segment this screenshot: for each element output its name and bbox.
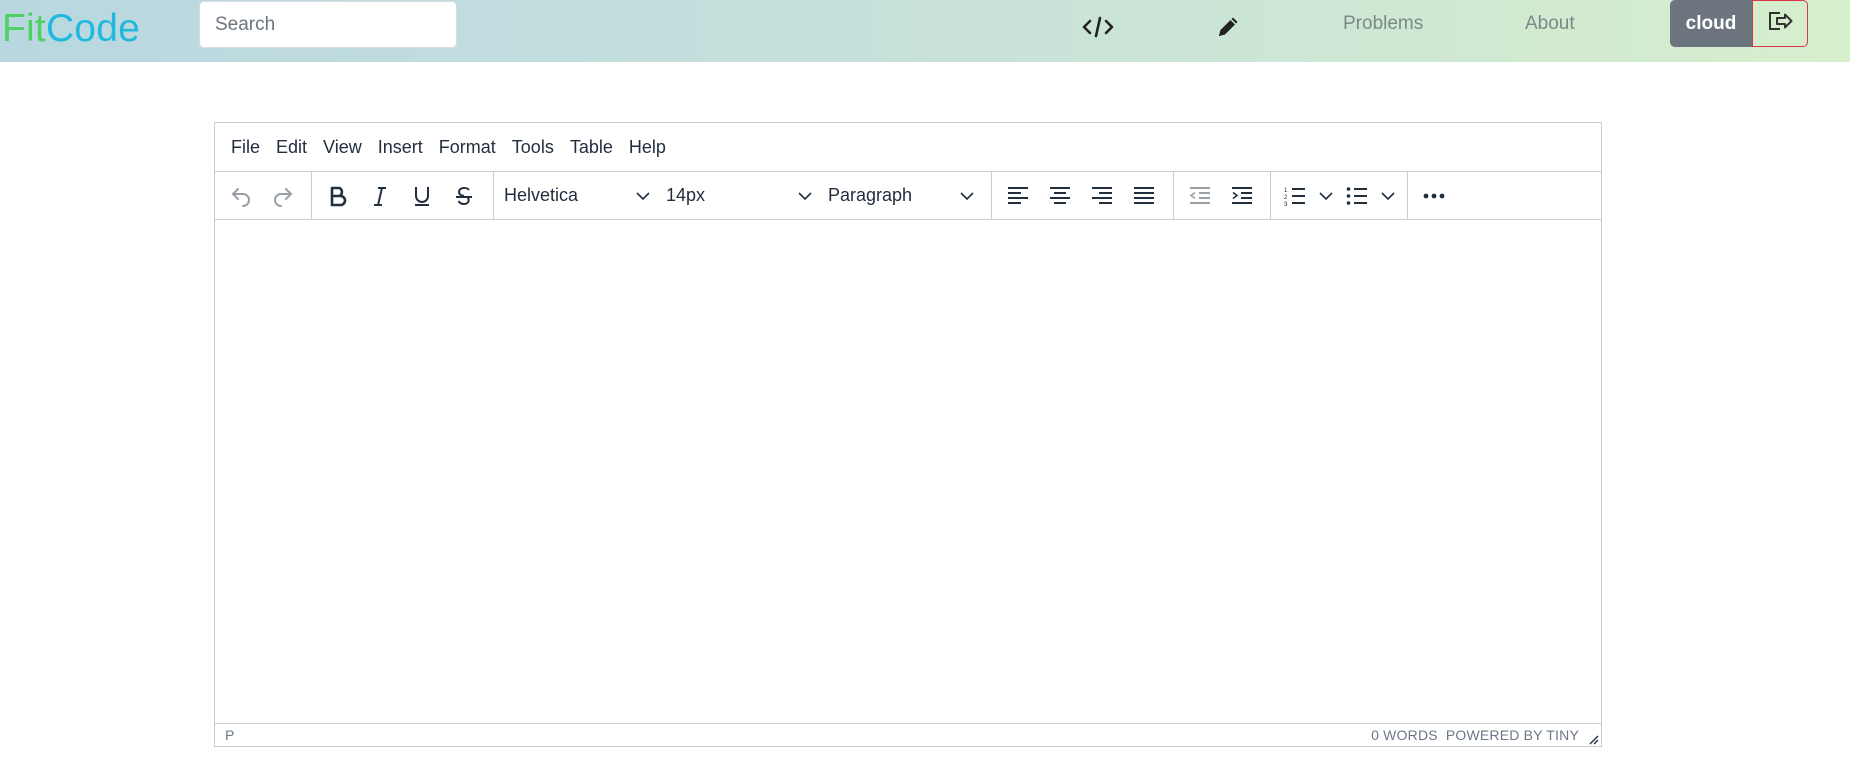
pencil-icon[interactable]	[1210, 10, 1246, 44]
editor-toolbar: Helvetica 14px Paragraph 1 2 3	[215, 172, 1601, 220]
block-format-select[interactable]: Paragraph	[818, 177, 980, 215]
brand-fit: Fit	[2, 7, 46, 50]
alignment-group	[992, 172, 1174, 219]
logout-button[interactable]	[1752, 0, 1808, 47]
rich-text-editor: File Edit View Insert Format Tools Table…	[214, 122, 1602, 747]
more-icon	[1423, 193, 1445, 198]
more-group	[1408, 172, 1460, 219]
bullet-list-main[interactable]	[1338, 177, 1376, 215]
align-right-button[interactable]	[1081, 177, 1123, 215]
font-size-value: 14px	[666, 185, 706, 205]
align-left-button[interactable]	[997, 177, 1039, 215]
numbered-list-main[interactable]: 123	[1276, 177, 1314, 215]
strikethrough-icon	[456, 186, 472, 205]
undo-button[interactable]	[220, 177, 262, 215]
numbered-list-icon: 123	[1284, 187, 1305, 208]
element-path[interactable]: P	[225, 727, 234, 743]
outdent-icon	[1189, 186, 1210, 204]
menu-insert[interactable]: Insert	[370, 137, 431, 158]
menu-view[interactable]: View	[315, 137, 370, 158]
underline-button[interactable]	[401, 177, 443, 215]
numbered-list-dropdown[interactable]	[1314, 177, 1338, 215]
strikethrough-button[interactable]	[443, 177, 485, 215]
underline-icon	[415, 186, 429, 206]
nav-about-link[interactable]: About	[1525, 13, 1575, 35]
outdent-button[interactable]	[1179, 177, 1221, 215]
align-justify-icon	[1134, 186, 1154, 204]
indent-group	[1174, 172, 1271, 219]
logout-icon	[1766, 9, 1794, 38]
svg-text:3: 3	[1284, 202, 1288, 208]
powered-by-link[interactable]: POWERED BY TINY	[1446, 727, 1579, 743]
top-navbar: FitCode Problems About cloud	[0, 0, 1850, 62]
indent-button[interactable]	[1221, 177, 1263, 215]
user-button[interactable]: cloud	[1670, 0, 1752, 47]
editor-statusbar: P 0 WORDS POWERED BY TINY	[215, 723, 1601, 746]
undo-icon	[232, 187, 250, 207]
menu-edit[interactable]: Edit	[268, 137, 315, 158]
selects-group: Helvetica 14px Paragraph	[494, 172, 992, 219]
word-count[interactable]: 0 WORDS	[1371, 727, 1438, 743]
redo-button[interactable]	[262, 177, 304, 215]
block-format-value: Paragraph	[828, 185, 913, 205]
align-justify-button[interactable]	[1123, 177, 1165, 215]
formatting-group	[312, 172, 494, 219]
align-center-icon	[1050, 186, 1070, 204]
brand-code: Code	[45, 7, 140, 50]
editor-content-area[interactable]	[215, 220, 1601, 724]
more-button[interactable]	[1413, 177, 1455, 215]
font-family-select[interactable]: Helvetica	[494, 177, 656, 215]
align-right-icon	[1092, 186, 1112, 204]
history-group	[215, 172, 312, 219]
italic-button[interactable]	[359, 177, 401, 215]
search-input[interactable]	[199, 1, 457, 48]
svg-text:1: 1	[1284, 188, 1288, 194]
font-family-value: Helvetica	[504, 185, 579, 205]
lists-group: 123	[1271, 172, 1408, 219]
menu-file[interactable]: File	[223, 137, 268, 158]
menu-table[interactable]: Table	[562, 137, 621, 158]
numbered-list-button[interactable]: 123	[1276, 177, 1338, 215]
chevron-down-icon	[960, 191, 974, 200]
bold-button[interactable]	[317, 177, 359, 215]
nav-problems-link[interactable]: Problems	[1343, 13, 1423, 35]
editor-menubar: File Edit View Insert Format Tools Table…	[215, 123, 1601, 172]
align-center-button[interactable]	[1039, 177, 1081, 215]
menu-help[interactable]: Help	[621, 137, 674, 158]
code-icon[interactable]	[1080, 10, 1116, 44]
brand-logo[interactable]: FitCode	[2, 5, 140, 53]
redo-icon	[274, 187, 292, 207]
bullet-list-button[interactable]	[1338, 177, 1400, 215]
align-left-icon	[1008, 186, 1028, 204]
chevron-down-icon	[798, 191, 812, 200]
indent-icon	[1232, 186, 1252, 204]
resize-handle-icon[interactable]	[1587, 732, 1599, 745]
chevron-down-icon	[1381, 191, 1395, 200]
italic-icon	[374, 186, 386, 206]
chevron-down-icon	[636, 191, 650, 200]
bullet-list-icon	[1346, 186, 1367, 205]
menu-tools[interactable]: Tools	[504, 137, 562, 158]
font-size-select[interactable]: 14px	[656, 177, 818, 215]
chevron-down-icon	[1319, 191, 1333, 200]
svg-text:2: 2	[1284, 195, 1288, 201]
bullet-list-dropdown[interactable]	[1376, 177, 1400, 215]
bold-icon	[330, 186, 347, 206]
menu-format[interactable]: Format	[431, 137, 504, 158]
